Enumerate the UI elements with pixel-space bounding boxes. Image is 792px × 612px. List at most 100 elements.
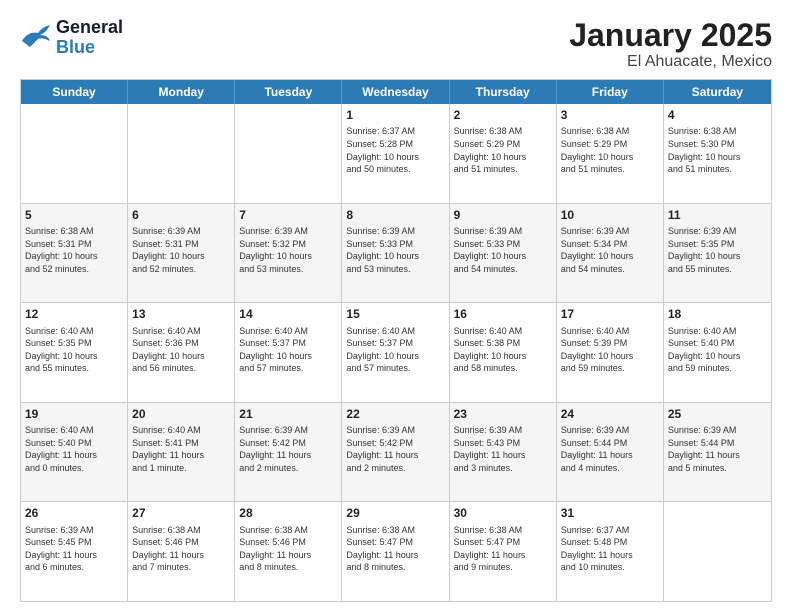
day-info: Sunrise: 6:40 AM Sunset: 5:40 PM Dayligh… [668, 325, 767, 375]
day-info: Sunrise: 6:39 AM Sunset: 5:31 PM Dayligh… [132, 225, 230, 275]
day-info: Sunrise: 6:40 AM Sunset: 5:36 PM Dayligh… [132, 325, 230, 375]
day-number: 20 [132, 406, 230, 422]
day-number: 19 [25, 406, 123, 422]
day-number: 22 [346, 406, 444, 422]
cal-cell-week2-day1: 5 Sunrise: 6:38 AM Sunset: 5:31 PM Daylig… [21, 204, 128, 303]
day-info: Sunrise: 6:40 AM Sunset: 5:38 PM Dayligh… [454, 325, 552, 375]
cal-cell-week1-day2 [128, 104, 235, 203]
cal-cell-week3-day4: 15 Sunrise: 6:40 AM Sunset: 5:37 PM Dayli… [342, 303, 449, 402]
calendar-subtitle: El Ahuacate, Mexico [569, 53, 772, 71]
day-info: Sunrise: 6:38 AM Sunset: 5:46 PM Dayligh… [132, 524, 230, 574]
day-info: Sunrise: 6:39 AM Sunset: 5:33 PM Dayligh… [346, 225, 444, 275]
day-info: Sunrise: 6:40 AM Sunset: 5:35 PM Dayligh… [25, 325, 123, 375]
day-number: 14 [239, 306, 337, 322]
cal-cell-week3-day3: 14Sunrise: 6:40 AM Sunset: 5:37 PM Dayli… [235, 303, 342, 402]
day-number: 11 [668, 207, 767, 223]
day-info: Sunrise: 6:39 AM Sunset: 5:32 PM Dayligh… [239, 225, 337, 275]
day-info: Sunrise: 6:39 AM Sunset: 5:42 PM Dayligh… [239, 424, 337, 474]
day-number: 1 [346, 107, 444, 123]
cal-cell-week1-day1 [21, 104, 128, 203]
cal-cell-week4-day6: 24 Sunrise: 6:39 AM Sunset: 5:44 PM Dayli… [557, 403, 664, 502]
day-number: 4 [668, 107, 767, 123]
day-info: Sunrise: 6:39 AM Sunset: 5:34 PM Dayligh… [561, 225, 659, 275]
day-info: Sunrise: 6:38 AM Sunset: 5:47 PM Dayligh… [346, 524, 444, 574]
cal-cell-week3-day6: 17 Sunrise: 6:40 AM Sunset: 5:39 PM Dayli… [557, 303, 664, 402]
header-saturday: Saturday [664, 80, 771, 104]
header-tuesday: Tuesday [235, 80, 342, 104]
cal-cell-week1-day4: 1Sunrise: 6:37 AM Sunset: 5:28 PM Daylig… [342, 104, 449, 203]
header-thursday: Thursday [450, 80, 557, 104]
day-number: 18 [668, 306, 767, 322]
day-number: 12 [25, 306, 123, 322]
cal-cell-week3-day5: 16 Sunrise: 6:40 AM Sunset: 5:38 PM Dayli… [450, 303, 557, 402]
day-info: Sunrise: 6:40 AM Sunset: 5:40 PM Dayligh… [25, 424, 123, 474]
day-number: 3 [561, 107, 659, 123]
header-sunday: Sunday [21, 80, 128, 104]
day-info: Sunrise: 6:39 AM Sunset: 5:45 PM Dayligh… [25, 524, 123, 574]
page: General Blue January 2025 El Ahuacate, M… [0, 0, 792, 612]
day-info: Sunrise: 6:38 AM Sunset: 5:29 PM Dayligh… [561, 125, 659, 175]
cal-cell-week1-day6: 3 Sunrise: 6:38 AM Sunset: 5:29 PM Daylig… [557, 104, 664, 203]
cal-cell-week2-day6: 10 Sunrise: 6:39 AM Sunset: 5:34 PM Dayli… [557, 204, 664, 303]
cal-cell-week5-day6: 31Sunrise: 6:37 AM Sunset: 5:48 PM Dayli… [557, 502, 664, 601]
cal-cell-week2-day5: 9Sunrise: 6:39 AM Sunset: 5:33 PM Daylig… [450, 204, 557, 303]
cal-cell-week4-day2: 20 Sunrise: 6:40 AM Sunset: 5:41 PM Dayli… [128, 403, 235, 502]
day-number: 23 [454, 406, 552, 422]
day-info: Sunrise: 6:38 AM Sunset: 5:47 PM Dayligh… [454, 524, 552, 574]
day-info: Sunrise: 6:37 AM Sunset: 5:48 PM Dayligh… [561, 524, 659, 574]
cal-cell-week3-day1: 12 Sunrise: 6:40 AM Sunset: 5:35 PM Dayli… [21, 303, 128, 402]
day-number: 10 [561, 207, 659, 223]
day-number: 2 [454, 107, 552, 123]
day-info: Sunrise: 6:40 AM Sunset: 5:41 PM Dayligh… [132, 424, 230, 474]
logo-blue: Blue [56, 38, 123, 58]
cal-cell-week4-day1: 19 Sunrise: 6:40 AM Sunset: 5:40 PM Dayli… [21, 403, 128, 502]
day-info: Sunrise: 6:39 AM Sunset: 5:44 PM Dayligh… [668, 424, 767, 474]
header-monday: Monday [128, 80, 235, 104]
day-info: Sunrise: 6:39 AM Sunset: 5:35 PM Dayligh… [668, 225, 767, 275]
day-number: 5 [25, 207, 123, 223]
day-number: 21 [239, 406, 337, 422]
day-number: 24 [561, 406, 659, 422]
day-info: Sunrise: 6:38 AM Sunset: 5:31 PM Dayligh… [25, 225, 123, 275]
header-wednesday: Wednesday [342, 80, 449, 104]
calendar-week-2: 5 Sunrise: 6:38 AM Sunset: 5:31 PM Daylig… [21, 203, 771, 303]
cal-cell-week1-day7: 4Sunrise: 6:38 AM Sunset: 5:30 PM Daylig… [664, 104, 771, 203]
cal-cell-week5-day3: 28 Sunrise: 6:38 AM Sunset: 5:46 PM Dayli… [235, 502, 342, 601]
calendar: Sunday Monday Tuesday Wednesday Thursday… [20, 79, 772, 602]
cal-cell-week3-day7: 18 Sunrise: 6:40 AM Sunset: 5:40 PM Dayli… [664, 303, 771, 402]
cal-cell-week1-day5: 2 Sunrise: 6:38 AM Sunset: 5:29 PM Daylig… [450, 104, 557, 203]
day-info: Sunrise: 6:38 AM Sunset: 5:29 PM Dayligh… [454, 125, 552, 175]
calendar-header: Sunday Monday Tuesday Wednesday Thursday… [21, 80, 771, 104]
day-number: 27 [132, 505, 230, 521]
day-number: 17 [561, 306, 659, 322]
cal-cell-week5-day4: 29Sunrise: 6:38 AM Sunset: 5:47 PM Dayli… [342, 502, 449, 601]
calendar-title: January 2025 [569, 18, 772, 53]
day-info: Sunrise: 6:40 AM Sunset: 5:39 PM Dayligh… [561, 325, 659, 375]
day-number: 8 [346, 207, 444, 223]
cal-cell-week5-day2: 27 Sunrise: 6:38 AM Sunset: 5:46 PM Dayli… [128, 502, 235, 601]
day-number: 16 [454, 306, 552, 322]
day-number: 15 [346, 306, 444, 322]
cal-cell-week4-day5: 23Sunrise: 6:39 AM Sunset: 5:43 PM Dayli… [450, 403, 557, 502]
calendar-week-3: 12 Sunrise: 6:40 AM Sunset: 5:35 PM Dayli… [21, 302, 771, 402]
day-info: Sunrise: 6:39 AM Sunset: 5:44 PM Dayligh… [561, 424, 659, 474]
day-number: 9 [454, 207, 552, 223]
cal-cell-week2-day3: 7 Sunrise: 6:39 AM Sunset: 5:32 PM Daylig… [235, 204, 342, 303]
cal-cell-week3-day2: 13Sunrise: 6:40 AM Sunset: 5:36 PM Dayli… [128, 303, 235, 402]
header-friday: Friday [557, 80, 664, 104]
logo: General Blue [20, 18, 123, 58]
calendar-body: 1Sunrise: 6:37 AM Sunset: 5:28 PM Daylig… [21, 104, 771, 601]
cal-cell-week4-day4: 22Sunrise: 6:39 AM Sunset: 5:42 PM Dayli… [342, 403, 449, 502]
day-info: Sunrise: 6:38 AM Sunset: 5:46 PM Dayligh… [239, 524, 337, 574]
day-number: 26 [25, 505, 123, 521]
day-info: Sunrise: 6:40 AM Sunset: 5:37 PM Dayligh… [346, 325, 444, 375]
day-number: 25 [668, 406, 767, 422]
cal-cell-week4-day7: 25 Sunrise: 6:39 AM Sunset: 5:44 PM Dayli… [664, 403, 771, 502]
calendar-week-5: 26 Sunrise: 6:39 AM Sunset: 5:45 PM Dayli… [21, 501, 771, 601]
day-number: 30 [454, 505, 552, 521]
cal-cell-week5-day5: 30 Sunrise: 6:38 AM Sunset: 5:47 PM Dayli… [450, 502, 557, 601]
day-number: 7 [239, 207, 337, 223]
title-block: January 2025 El Ahuacate, Mexico [569, 18, 772, 71]
day-number: 28 [239, 505, 337, 521]
cal-cell-week2-day2: 6Sunrise: 6:39 AM Sunset: 5:31 PM Daylig… [128, 204, 235, 303]
